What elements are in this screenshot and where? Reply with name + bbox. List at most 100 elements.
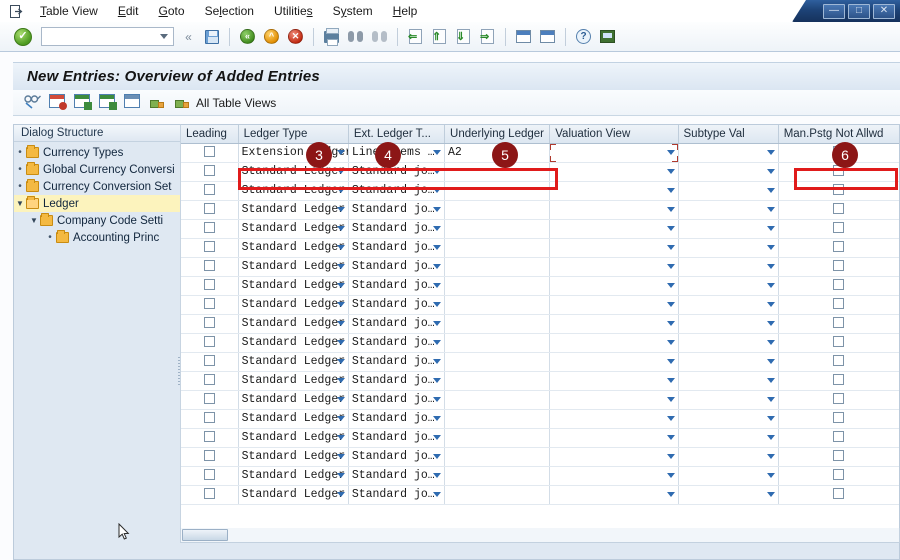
chevron-down-icon[interactable] [666, 339, 675, 345]
man-pstg-not-allwd-cell[interactable] [778, 466, 899, 486]
valuation-view-cell[interactable] [549, 390, 679, 410]
man-pstg-checkbox[interactable] [833, 184, 845, 196]
man-pstg-not-allwd-cell[interactable] [778, 257, 899, 277]
underlying-ledger-cell[interactable] [444, 390, 551, 410]
chevron-down-icon[interactable] [433, 377, 442, 383]
underlying-ledger-cell[interactable] [444, 181, 551, 201]
valuation-view-cell[interactable] [549, 238, 679, 258]
man-pstg-not-allwd-cell[interactable] [778, 238, 899, 258]
leading-checkbox-cell[interactable] [181, 352, 239, 372]
ledger-type-cell[interactable]: Standard Ledger [238, 409, 349, 429]
cancel-icon[interactable]: ✕ [285, 26, 306, 47]
chevron-down-icon[interactable] [766, 320, 775, 326]
underlying-ledger-cell[interactable] [444, 238, 551, 258]
underlying-ledger-cell[interactable] [444, 447, 551, 467]
back-icon[interactable]: « [237, 26, 258, 47]
table-row[interactable]: Standard Ledger Standard jo… [181, 428, 899, 448]
chevron-down-icon[interactable] [666, 377, 675, 383]
man-pstg-not-allwd-cell[interactable] [778, 371, 899, 391]
ledger-type-cell[interactable]: Standard Ledger [238, 447, 349, 467]
underlying-ledger-cell[interactable] [444, 485, 551, 505]
ext-ledger-type-cell[interactable]: Standard jo… [348, 314, 446, 334]
chevron-down-icon[interactable] [766, 377, 775, 383]
table-row[interactable]: Standard Ledger Standard jo… [181, 162, 899, 182]
ext-ledger-type-cell[interactable]: Standard jo… [348, 447, 446, 467]
menu-item-utilities[interactable]: Utilities [264, 2, 323, 20]
valuation-view-cell[interactable] [549, 181, 679, 201]
underlying-ledger-cell[interactable] [444, 257, 551, 277]
leading-checkbox-cell[interactable] [181, 143, 239, 163]
ext-ledger-type-cell[interactable]: Standard jo… [348, 371, 446, 391]
man-pstg-not-allwd-cell[interactable] [778, 485, 899, 505]
leading-checkbox-cell[interactable] [181, 238, 239, 258]
chevron-down-icon[interactable] [336, 225, 345, 231]
first-page-icon[interactable]: ⇐ [405, 26, 426, 47]
valuation-view-cell[interactable] [549, 466, 679, 486]
ledger-type-cell[interactable]: Standard Ledger [238, 162, 349, 182]
man-pstg-not-allwd-cell[interactable] [778, 276, 899, 296]
menu-item-edit[interactable]: Edit [108, 2, 149, 20]
man-pstg-checkbox[interactable] [833, 393, 845, 405]
system-menu-icon[interactable] [6, 2, 26, 20]
leading-checkbox-cell[interactable] [181, 295, 239, 315]
table-row[interactable]: Standard Ledger Standard jo… [181, 333, 899, 353]
leading-checkbox-cell[interactable] [181, 162, 239, 182]
chevron-down-icon[interactable] [666, 206, 675, 212]
chevron-down-icon[interactable] [666, 282, 675, 288]
ext-ledger-type-cell[interactable]: Standard jo… [348, 466, 446, 486]
chevron-down-icon[interactable] [666, 301, 675, 307]
man-pstg-checkbox[interactable] [833, 374, 845, 386]
last-page-icon[interactable]: ⇒ [477, 26, 498, 47]
chevron-down-icon[interactable] [433, 149, 442, 155]
leading-checkbox-cell[interactable] [181, 371, 239, 391]
table-row[interactable]: Standard Ledger Standard jo… [181, 371, 899, 391]
ledger-type-cell[interactable]: Standard Ledger [238, 352, 349, 372]
leading-checkbox[interactable] [203, 450, 215, 462]
chevron-down-icon[interactable] [336, 339, 345, 345]
leading-checkbox-cell[interactable] [181, 447, 239, 467]
chevron-down-icon[interactable] [666, 491, 675, 497]
menu-item-help[interactable]: Help [383, 2, 428, 20]
help-icon[interactable]: ? [573, 26, 594, 47]
chevron-down-icon[interactable] [433, 244, 442, 250]
ledger-type-cell[interactable]: Standard Ledger [238, 238, 349, 258]
underlying-ledger-cell[interactable] [444, 295, 551, 315]
leading-checkbox-cell[interactable] [181, 409, 239, 429]
chevron-down-icon[interactable] [766, 396, 775, 402]
leading-checkbox[interactable] [203, 431, 215, 443]
subtype-val-cell[interactable] [678, 238, 779, 258]
enter-button[interactable]: ✓ [14, 27, 32, 46]
leading-checkbox-cell[interactable] [181, 466, 239, 486]
man-pstg-checkbox[interactable] [833, 355, 845, 367]
save-icon[interactable] [201, 26, 222, 47]
table-row[interactable]: Standard Ledger Standard jo… [181, 276, 899, 296]
variable-list-icon[interactable] [149, 94, 167, 111]
chevron-down-icon[interactable] [336, 453, 345, 459]
leading-checkbox[interactable] [203, 279, 215, 291]
chevron-down-icon[interactable] [766, 244, 775, 250]
leading-checkbox[interactable] [203, 469, 215, 481]
chevron-down-icon[interactable] [766, 434, 775, 440]
chevron-down-icon[interactable] [433, 168, 442, 174]
previous-page-icon[interactable]: ⇑ [429, 26, 450, 47]
chevron-down-icon[interactable] [433, 453, 442, 459]
leading-checkbox[interactable] [203, 203, 215, 215]
valuation-view-cell[interactable] [549, 371, 679, 391]
chevron-down-icon[interactable] [666, 358, 675, 364]
chevron-down-icon[interactable] [666, 149, 675, 155]
man-pstg-not-allwd-cell[interactable] [778, 219, 899, 239]
column-header-underlying-ledger[interactable]: Underlying Ledger [444, 125, 551, 144]
table-row[interactable]: Standard Ledger Standard jo… [181, 447, 899, 467]
ledger-type-cell[interactable]: Standard Ledger [238, 219, 349, 239]
subtype-val-cell[interactable] [678, 409, 779, 429]
table-row[interactable]: Standard Ledger Standard jo… [181, 466, 899, 486]
valuation-view-cell[interactable] [549, 314, 679, 334]
chevron-down-icon[interactable] [336, 491, 345, 497]
ledger-type-cell[interactable]: Standard Ledger [238, 200, 349, 220]
delete-row-icon[interactable] [49, 94, 67, 111]
subtype-val-cell[interactable] [678, 333, 779, 353]
table-row[interactable]: Standard Ledger Standard jo… [181, 390, 899, 410]
chevron-down-icon[interactable] [336, 396, 345, 402]
ext-ledger-type-cell[interactable]: Standard jo… [348, 181, 446, 201]
leading-checkbox-cell[interactable] [181, 485, 239, 505]
